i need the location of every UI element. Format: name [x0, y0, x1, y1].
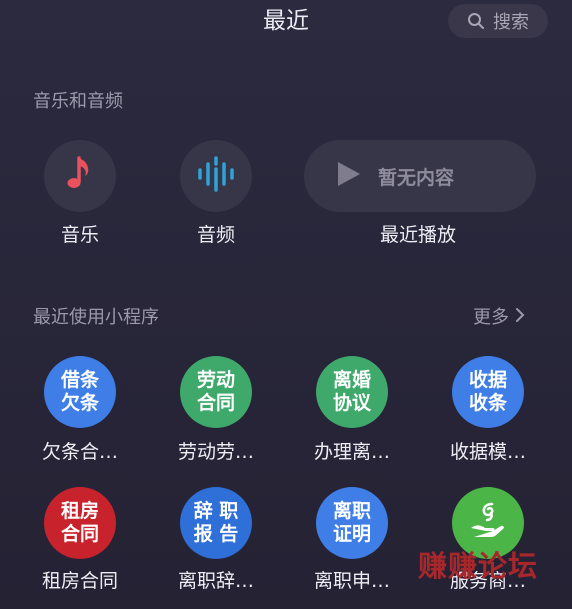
recent-play-button[interactable]: 暂无内容: [304, 140, 536, 212]
icon-text-line2: 证明: [332, 523, 371, 545]
icon-text-line1: 借条: [60, 369, 99, 391]
audio-label: 音频: [196, 224, 235, 246]
mini-program-label[interactable]: 租房合同: [15, 568, 145, 594]
mini-program-label[interactable]: 离职辞…: [151, 568, 281, 594]
search-icon: [467, 12, 485, 30]
section-title-mini-programs: 最近使用小程序: [33, 307, 159, 328]
mini-program-icon-labor-contract[interactable]: 劳动 合同: [180, 356, 252, 428]
search-label: 搜索: [493, 12, 529, 33]
mini-program-label[interactable]: 离职申…: [287, 568, 417, 594]
music-label: 音乐: [60, 224, 99, 246]
recent-play-label: 最近播放: [379, 224, 456, 246]
icon-text-line1: 离婚: [332, 369, 371, 391]
icon-text-line1: 辞 职: [193, 500, 239, 522]
mini-program-icon-resignation-certificate[interactable]: 离职 证明: [316, 487, 388, 559]
audio-wave-icon: [196, 156, 236, 196]
mini-program-label[interactable]: 办理离…: [287, 439, 417, 465]
more-button[interactable]: 更多: [473, 306, 525, 330]
icon-text-line2: 合同: [196, 392, 235, 414]
mini-program-icon-rental-contract[interactable]: 租房 合同: [44, 487, 116, 559]
mini-program-label[interactable]: 劳动劳…: [151, 439, 281, 465]
icon-text-line2: 欠条: [60, 392, 99, 414]
play-icon: [336, 160, 362, 192]
mini-program-label[interactable]: 欠条合…: [15, 439, 145, 465]
mini-program-label[interactable]: 收据模…: [423, 439, 553, 465]
icon-text-line1: 租房: [60, 500, 99, 522]
music-note-icon: [63, 154, 97, 198]
mini-program-icon-divorce-agreement[interactable]: 离婚 协议: [316, 356, 388, 428]
watermark-text: 赚赚论坛: [418, 549, 539, 583]
music-button[interactable]: [44, 140, 116, 212]
icon-text-line1: 收据: [468, 369, 507, 391]
section-title-media: 音乐和音频: [33, 91, 123, 112]
audio-button[interactable]: [180, 140, 252, 212]
more-label: 更多: [473, 307, 509, 328]
icon-text-line1: 劳动: [196, 369, 235, 391]
recent-empty-text: 暂无内容: [378, 166, 455, 189]
icon-text-line1: 离职: [332, 500, 371, 522]
hand-leaf-icon: [466, 498, 510, 548]
icon-text-line2: 协议: [332, 392, 371, 414]
mini-program-icon-resignation-report[interactable]: 辞 职 报 告: [180, 487, 252, 559]
icon-text-line2: 收条: [468, 392, 507, 414]
icon-text-line2: 报 告: [193, 523, 239, 545]
search-button[interactable]: 搜索: [448, 4, 548, 38]
mini-program-icon-receipt[interactable]: 收据 收条: [452, 356, 524, 428]
mini-program-icon-iou[interactable]: 借条 欠条: [44, 356, 116, 428]
chevron-right-icon: [515, 306, 525, 330]
icon-text-line2: 合同: [60, 523, 99, 545]
